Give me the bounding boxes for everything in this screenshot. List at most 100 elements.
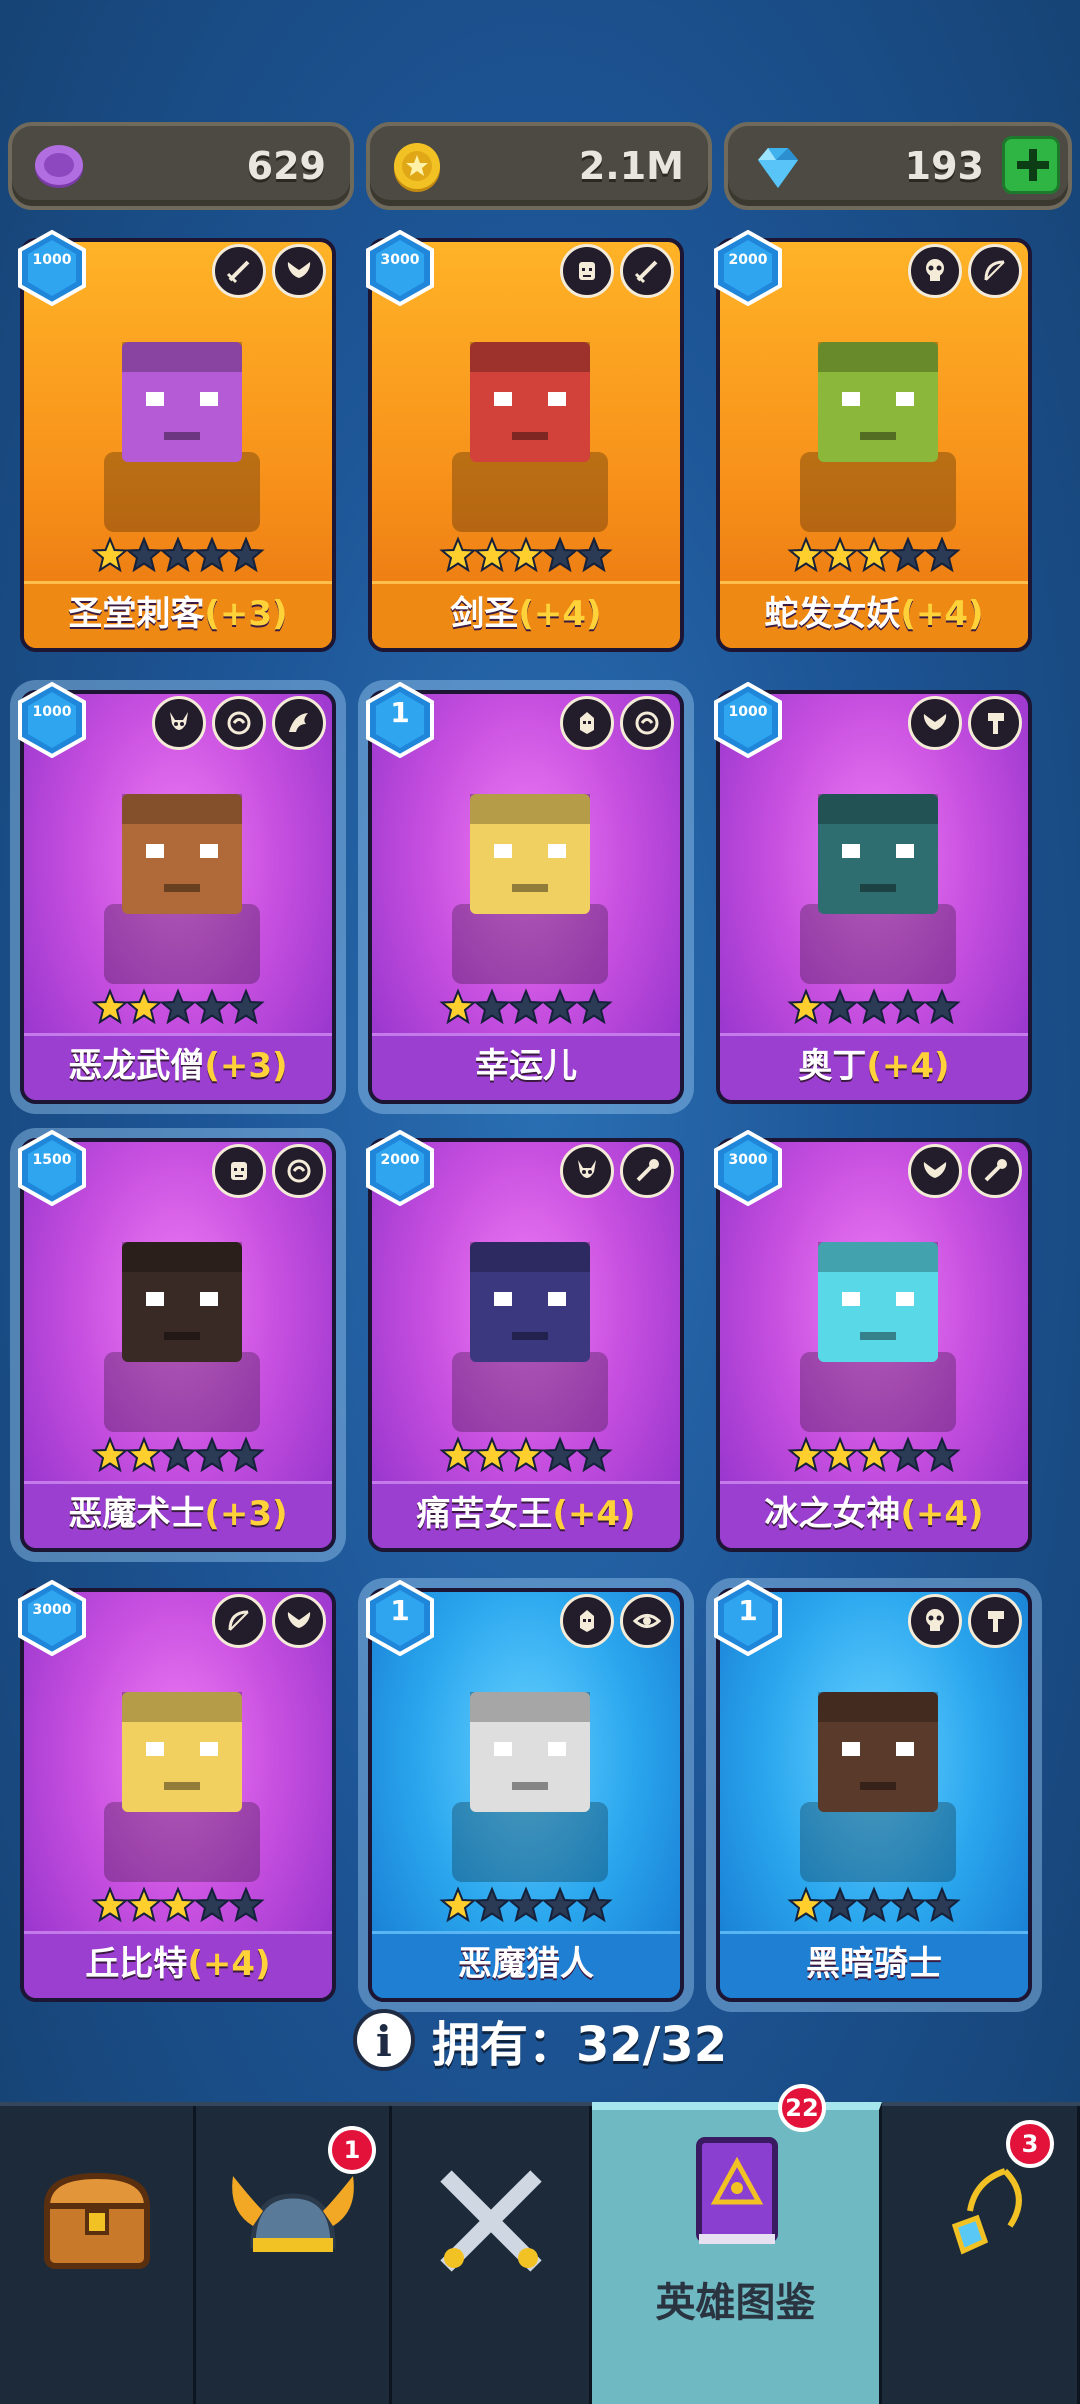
star-empty-icon: [855, 988, 893, 1025]
star-empty-icon: [541, 536, 579, 573]
nav-tab-amulet[interactable]: 3: [882, 2106, 1080, 2404]
add-gems-button[interactable]: [1002, 136, 1060, 194]
star-filled-icon: [787, 988, 825, 1025]
elf-icon: [560, 1594, 614, 1648]
hero-card[interactable]: 蛇发女妖(+4) 2000: [714, 230, 1032, 652]
purple-coin-counter[interactable]: 629: [8, 122, 354, 210]
hero-bonus-label: (+3): [204, 1494, 288, 1534]
hero-card[interactable]: 冰之女神(+4) 3000: [714, 1130, 1032, 1552]
star-empty-icon: [923, 988, 961, 1025]
star-filled-icon: [125, 988, 163, 1025]
hero-name-label: 幸运儿: [475, 1046, 577, 1086]
elf-icon: [560, 696, 614, 750]
hero-name: 圣堂刺客(+3): [24, 581, 332, 648]
nav-tab-treasure-chest[interactable]: [0, 2106, 196, 2404]
hero-card[interactable]: 圣堂刺客(+3) 1000: [18, 230, 336, 652]
star-empty-icon: [889, 536, 927, 573]
star-rating: [24, 988, 332, 1032]
hero-name-label: 恶魔猎人: [458, 1944, 594, 1984]
hero-portrait: [64, 302, 300, 538]
nav-tab-crossed-swords[interactable]: [392, 2106, 592, 2404]
star-filled-icon: [439, 536, 477, 573]
star-filled-icon: [159, 1886, 197, 1923]
class-icons: [560, 1594, 674, 1652]
hero-card[interactable]: 幸运儿 1: [366, 682, 684, 1104]
hero-card[interactable]: 恶魔猎人 1: [366, 1580, 684, 2002]
hero-card[interactable]: 恶龙武僧(+3) 1000: [18, 682, 336, 1104]
hero-level: 2000: [380, 1152, 420, 1168]
crossed-swords-icon: [439, 2170, 542, 2272]
class-icons: [908, 244, 1022, 302]
star-empty-icon: [227, 988, 265, 1025]
hero-bonus-label: (+4): [900, 594, 984, 634]
hero-card[interactable]: 剑圣(+4) 3000: [366, 230, 684, 652]
star-rating: [372, 1886, 680, 1930]
star-rating: [720, 536, 1028, 580]
gold-coin-value: 2.1M: [578, 144, 684, 188]
hero-portrait: [760, 1202, 996, 1438]
star-empty-icon: [159, 988, 197, 1025]
hero-level: 1: [390, 1594, 410, 1627]
level-hex-icon: [18, 1130, 86, 1206]
star-rating: [24, 1886, 332, 1930]
star-rating: [372, 1436, 680, 1480]
star-empty-icon: [541, 988, 579, 1025]
bottom-nav: 1 英雄图鉴 22 3: [0, 2084, 1080, 2404]
hero-portrait: [64, 1652, 300, 1888]
wings-icon: [272, 1594, 326, 1648]
hero-name-label: 恶龙武僧: [68, 1046, 205, 1086]
star-empty-icon: [889, 1436, 927, 1473]
hero-name-label: 圣堂刺客: [68, 594, 205, 634]
nav-tab-viking-helmet[interactable]: 1: [196, 2106, 392, 2404]
level-hex-icon: [18, 682, 86, 758]
level-hex-icon: [366, 1130, 434, 1206]
notification-badge: 3: [1006, 2120, 1054, 2168]
hero-card[interactable]: 丘比特(+4) 3000: [18, 1580, 336, 2002]
star-filled-icon: [91, 1436, 129, 1473]
hero-card[interactable]: 黑暗骑士 1: [714, 1580, 1032, 2002]
nav-tab-hero-book[interactable]: 英雄图鉴 22: [592, 2084, 882, 2404]
star-filled-icon: [473, 536, 511, 573]
star-empty-icon: [541, 1886, 579, 1923]
gold-coin-counter[interactable]: 2.1M: [366, 122, 712, 210]
star-empty-icon: [193, 988, 231, 1025]
hero-book-icon: [695, 2137, 778, 2244]
hero-card[interactable]: 恶魔术士(+3) 1500: [18, 1130, 336, 1552]
hero-name: 冰之女神(+4): [720, 1481, 1028, 1548]
star-empty-icon: [821, 1886, 859, 1923]
purple-coin-value: 629: [246, 144, 326, 188]
treasure-chest-icon: [43, 2172, 150, 2269]
class-icons: [560, 1144, 674, 1202]
hero-name: 恶魔术士(+3): [24, 1481, 332, 1548]
hero-portrait: [760, 754, 996, 990]
star-empty-icon: [473, 988, 511, 1025]
star-filled-icon: [125, 1436, 163, 1473]
gem-counter[interactable]: 193: [724, 122, 1072, 210]
amulet-icon: [951, 2168, 1022, 2255]
hero-name-label: 恶魔术士: [68, 1494, 205, 1534]
star-filled-icon: [787, 1436, 825, 1473]
hero-card[interactable]: 痛苦女王(+4) 2000: [366, 1130, 684, 1552]
currency-bar: 629 2.1M 193: [8, 122, 1072, 214]
star-empty-icon: [227, 1436, 265, 1473]
star-empty-icon: [575, 1436, 613, 1473]
nav-tab-label: 英雄图鉴: [655, 2280, 816, 2326]
hero-bonus-label: (+4): [187, 1944, 271, 1984]
star-filled-icon: [473, 1436, 511, 1473]
hero-name: 恶魔猎人: [372, 1931, 680, 1998]
star-empty-icon: [159, 1436, 197, 1473]
hero-portrait: [412, 1202, 648, 1438]
hero-portrait: [760, 1652, 996, 1888]
hero-card[interactable]: 奥丁(+4) 1000: [714, 682, 1032, 1104]
eye-icon: [620, 1594, 674, 1648]
hero-level: 3000: [380, 252, 420, 268]
star-empty-icon: [193, 1436, 231, 1473]
info-icon[interactable]: [352, 2009, 415, 2071]
staff-icon: [620, 1144, 674, 1198]
star-filled-icon: [855, 1436, 893, 1473]
hammer-icon: [968, 1594, 1022, 1648]
class-icons: [908, 1144, 1022, 1202]
gold-coin-icon: [394, 143, 440, 192]
hero-portrait: [64, 754, 300, 990]
star-filled-icon: [439, 1436, 477, 1473]
